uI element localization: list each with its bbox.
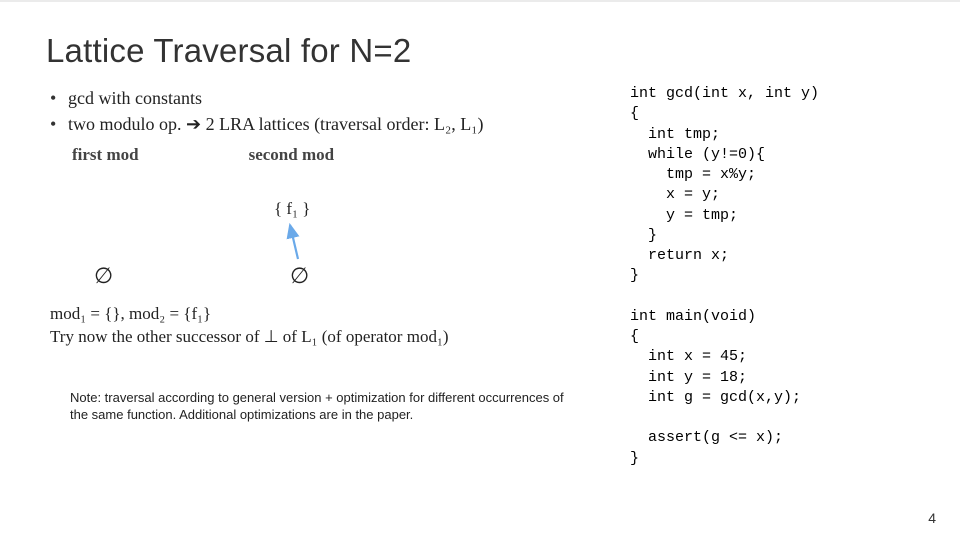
second-mod-label: second mod [249, 145, 334, 165]
bullet-list: gcd with constants two modulo op. ➔ 2 LR… [46, 86, 616, 137]
slide-title: Lattice Traversal for N=2 [46, 32, 914, 70]
bullet-text: gcd with constants [68, 88, 202, 108]
lattice-diagram: { f₁ } ∅ ∅ [46, 169, 616, 299]
first-mod-label: first mod [72, 145, 139, 165]
state-line-1: mod₁ = {}, mod₂ = {f₁} [50, 303, 616, 326]
code-block: int gcd(int x, int y) { int tmp; while (… [630, 84, 914, 469]
bullet-item: gcd with constants [46, 86, 616, 110]
slide: Lattice Traversal for N=2 gcd with const… [0, 0, 960, 540]
footnote: Note: traversal according to general ver… [70, 390, 570, 424]
content-columns: gcd with constants two modulo op. ➔ 2 LR… [46, 84, 914, 469]
state-line-2: Try now the other successor of ⊥ of L₁ (… [50, 326, 616, 349]
page-number: 4 [928, 510, 936, 526]
top-accent-bar [0, 0, 960, 2]
arrow-icon [46, 169, 616, 299]
bullet-item: two modulo op. ➔ 2 LRA lattices (travers… [46, 112, 616, 136]
bullet-text: two modulo op. ➔ 2 LRA lattices (travers… [68, 114, 484, 134]
traversal-state-text: mod₁ = {}, mod₂ = {f₁} Try now the other… [50, 303, 616, 349]
mod-labels-row: first mod second mod [72, 145, 616, 165]
left-column: gcd with constants two modulo op. ➔ 2 LR… [46, 84, 616, 469]
